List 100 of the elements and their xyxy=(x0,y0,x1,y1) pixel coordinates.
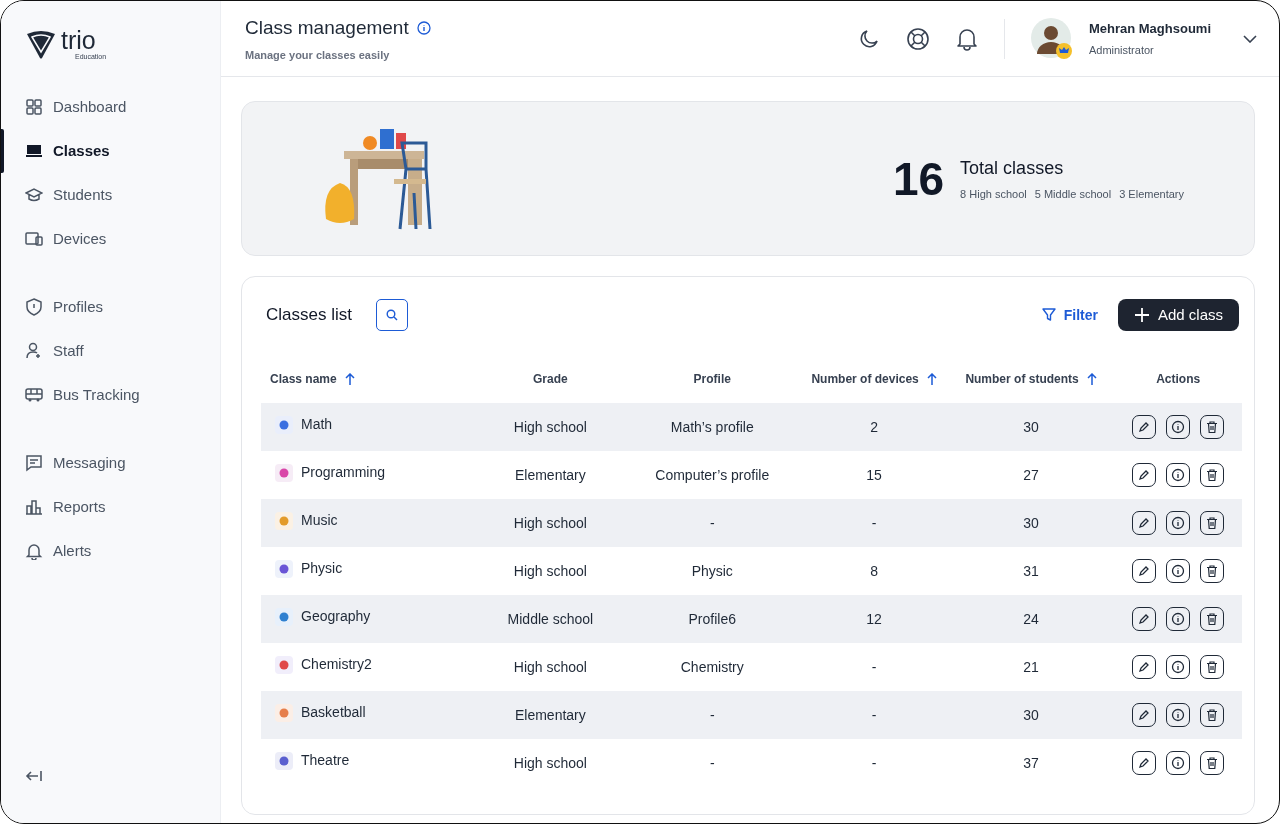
help-icon[interactable] xyxy=(905,26,930,51)
info-icon[interactable] xyxy=(416,21,431,36)
info-icon xyxy=(1171,419,1186,434)
sidebar-item[interactable]: Profiles xyxy=(1,285,220,329)
edit-button[interactable] xyxy=(1132,750,1157,775)
device-count: 12 xyxy=(866,610,882,627)
column-header[interactable]: Number of students xyxy=(965,370,1097,388)
chevron-down-icon[interactable] xyxy=(1243,34,1257,43)
filter-button[interactable]: Filter xyxy=(1035,303,1104,327)
class-name: Music xyxy=(301,511,338,531)
device-count: 2 xyxy=(870,418,878,435)
delete-button[interactable] xyxy=(1200,462,1225,487)
info-button[interactable] xyxy=(1166,462,1191,487)
info-icon xyxy=(1171,611,1186,626)
column-header: Actions xyxy=(1156,371,1201,388)
filter-icon xyxy=(1041,308,1056,322)
student-count: 30 xyxy=(1023,706,1039,723)
info-button[interactable] xyxy=(1166,606,1191,631)
logo-icon xyxy=(25,28,57,60)
sidebar-item[interactable]: Students xyxy=(1,173,220,217)
info-button[interactable] xyxy=(1166,558,1191,583)
sidebar-item[interactable]: Messaging xyxy=(1,441,220,485)
class-icon xyxy=(275,607,293,626)
trash-icon xyxy=(1205,611,1220,626)
trash-icon xyxy=(1205,659,1220,674)
info-button[interactable] xyxy=(1166,702,1191,727)
info-button[interactable] xyxy=(1166,414,1191,439)
profile: - xyxy=(709,754,715,771)
bar-chart-icon xyxy=(25,498,43,516)
edit-button[interactable] xyxy=(1132,558,1157,583)
delete-button[interactable] xyxy=(1200,654,1225,679)
edit-button[interactable] xyxy=(1132,702,1157,727)
info-icon xyxy=(1171,515,1186,530)
profile: Math’s profile xyxy=(670,418,754,435)
edit-button[interactable] xyxy=(1132,414,1157,439)
bus-icon xyxy=(25,386,43,404)
sidebar-item[interactable]: Alerts xyxy=(1,529,220,573)
delete-button[interactable] xyxy=(1200,510,1225,535)
profile: - xyxy=(709,706,715,723)
edit-button[interactable] xyxy=(1132,654,1157,679)
sidebar-item[interactable]: Devices xyxy=(1,217,220,261)
notification-icon[interactable] xyxy=(955,26,978,51)
device-count: - xyxy=(871,658,877,675)
list-title: Classes list xyxy=(266,304,352,327)
sort-arrow-icon[interactable] xyxy=(926,373,937,385)
trash-icon xyxy=(1205,515,1220,530)
edit-button[interactable] xyxy=(1132,462,1157,487)
avatar-icon xyxy=(1030,17,1073,60)
column-header[interactable]: Class name xyxy=(270,370,355,388)
delete-button[interactable] xyxy=(1200,414,1225,439)
info-button[interactable] xyxy=(1166,510,1191,535)
device-count: - xyxy=(871,754,877,771)
trash-icon xyxy=(1205,755,1220,770)
column-header[interactable]: Number of devices xyxy=(811,370,937,388)
grade: Elementary xyxy=(514,466,586,483)
student-count: 24 xyxy=(1023,610,1039,627)
info-button[interactable] xyxy=(1166,750,1191,775)
user-role: Administrator xyxy=(1088,42,1155,58)
page-subtitle: Manage your classes easily xyxy=(245,47,391,63)
sort-arrow-icon[interactable] xyxy=(1086,373,1097,385)
edit-button[interactable] xyxy=(1132,606,1157,631)
class-name: Math xyxy=(301,415,333,435)
trash-icon xyxy=(1205,467,1220,482)
sidebar-item[interactable]: Bus Tracking xyxy=(1,373,220,417)
collapse-sidebar-icon[interactable] xyxy=(25,768,43,783)
info-icon xyxy=(1171,467,1186,482)
column-header: Grade xyxy=(533,371,568,388)
search-button[interactable] xyxy=(375,299,408,331)
sidebar-item[interactable]: Staff xyxy=(1,329,220,373)
profile: Physic xyxy=(691,562,733,579)
device-count: 8 xyxy=(870,562,878,579)
student-count: 37 xyxy=(1023,754,1039,771)
device-count: - xyxy=(871,514,877,531)
brand-name: trio xyxy=(61,28,97,53)
sidebar-item[interactable]: Dashboard xyxy=(1,85,220,129)
sidebar-item[interactable]: Classes xyxy=(1,129,220,173)
class-icon xyxy=(275,415,293,434)
profile: Chemistry xyxy=(680,658,744,675)
delete-button[interactable] xyxy=(1200,702,1225,727)
grade-count: 8 High school xyxy=(960,186,1027,202)
grade: Middle school xyxy=(507,610,594,627)
grade: High school xyxy=(513,754,587,771)
delete-button[interactable] xyxy=(1200,750,1225,775)
delete-button[interactable] xyxy=(1200,558,1225,583)
page-title: Class management xyxy=(245,16,409,40)
sort-arrow-icon[interactable] xyxy=(344,373,355,385)
total-label: Total classes xyxy=(960,156,1065,180)
info-button[interactable] xyxy=(1166,654,1191,679)
info-icon xyxy=(1171,755,1186,770)
edit-button[interactable] xyxy=(1132,510,1157,535)
sidebar-item[interactable]: Reports xyxy=(1,485,220,529)
delete-button[interactable] xyxy=(1200,606,1225,631)
grid-icon xyxy=(25,98,43,116)
student-count: 30 xyxy=(1023,418,1039,435)
student-count: 30 xyxy=(1023,514,1039,531)
info-icon xyxy=(1171,563,1186,578)
profile: - xyxy=(709,514,715,531)
profile: Profile6 xyxy=(688,610,736,627)
search-icon xyxy=(385,309,398,321)
add-class-button[interactable]: Add class xyxy=(1117,299,1239,331)
